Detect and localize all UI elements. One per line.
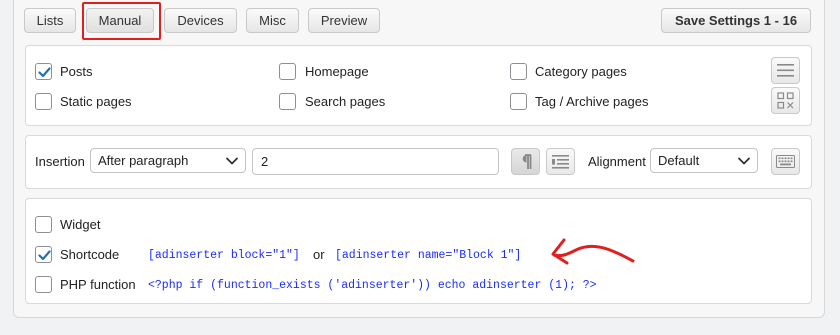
manual-tab-highlight [82, 2, 161, 40]
php-function-label: PHP function [60, 277, 136, 292]
chevron-down-icon [226, 157, 238, 165]
indent-lines-icon [552, 154, 569, 169]
shortcode-label: Shortcode [60, 247, 120, 262]
manual-insertion-panel: Widget Shortcode [adinserter block="1"] … [25, 198, 812, 304]
tab-devices[interactable]: Devices [164, 8, 237, 33]
insertion-panel: Insertion After paragraph 2 Alignment De… [25, 135, 812, 189]
checkmark-icon [38, 67, 51, 78]
shortcode-or-text: or [313, 247, 325, 262]
php-function-checkbox[interactable] [35, 276, 52, 293]
tag-archive-pages-checkbox[interactable] [510, 93, 527, 110]
shortcode-name-code: [adinserter name="Block 1"] [335, 249, 522, 262]
posts-checkbox[interactable] [35, 63, 52, 80]
paragraph-number-input[interactable]: 2 [252, 148, 499, 175]
pilcrow-icon [522, 153, 531, 169]
alignment-label: Alignment [588, 154, 646, 169]
list-view-button[interactable] [771, 57, 800, 84]
red-arrow-annotation [551, 238, 635, 265]
search-pages-label: Search pages [305, 94, 386, 109]
tab-preview[interactable]: Preview [308, 8, 380, 33]
keyboard-button[interactable] [771, 148, 800, 175]
checkmark-icon [38, 250, 51, 261]
text-indent-button[interactable] [546, 148, 575, 175]
settings-frame: Lists Manual Devices Misc Preview Save S… [13, 0, 825, 318]
search-pages-checkbox[interactable] [279, 93, 296, 110]
grid-view-button[interactable] [771, 87, 800, 114]
shortcode-checkbox[interactable] [35, 246, 52, 263]
paragraph-button[interactable] [511, 148, 540, 175]
posts-label: Posts [60, 64, 93, 79]
chevron-down-icon [738, 157, 750, 165]
widget-checkbox[interactable] [35, 216, 52, 233]
homepage-checkbox[interactable] [279, 63, 296, 80]
save-settings-button[interactable]: Save Settings 1 - 16 [661, 8, 811, 33]
list-lines-icon [777, 64, 794, 77]
php-function-code: <?php if (function_exists ('adinserter')… [148, 279, 597, 292]
insertion-select[interactable]: After paragraph [90, 148, 246, 173]
category-pages-label: Category pages [535, 64, 627, 79]
widget-label: Widget [60, 217, 101, 232]
alignment-selected-value: Default [658, 153, 700, 168]
homepage-label: Homepage [305, 64, 369, 79]
keyboard-icon [776, 155, 795, 168]
tag-archive-pages-label: Tag / Archive pages [535, 94, 649, 109]
static-pages-label: Static pages [60, 94, 132, 109]
static-pages-checkbox[interactable] [35, 93, 52, 110]
alignment-select[interactable]: Default [650, 148, 758, 173]
shortcode-block-code: [adinserter block="1"] [148, 249, 300, 262]
page-types-panel: Posts Homepage Category pages Static pag… [25, 45, 812, 126]
insertion-selected-value: After paragraph [98, 153, 189, 168]
grid-icon [777, 92, 794, 109]
category-pages-checkbox[interactable] [510, 63, 527, 80]
tab-misc[interactable]: Misc [246, 8, 299, 33]
tab-lists[interactable]: Lists [24, 8, 76, 33]
insertion-label: Insertion [35, 154, 85, 169]
